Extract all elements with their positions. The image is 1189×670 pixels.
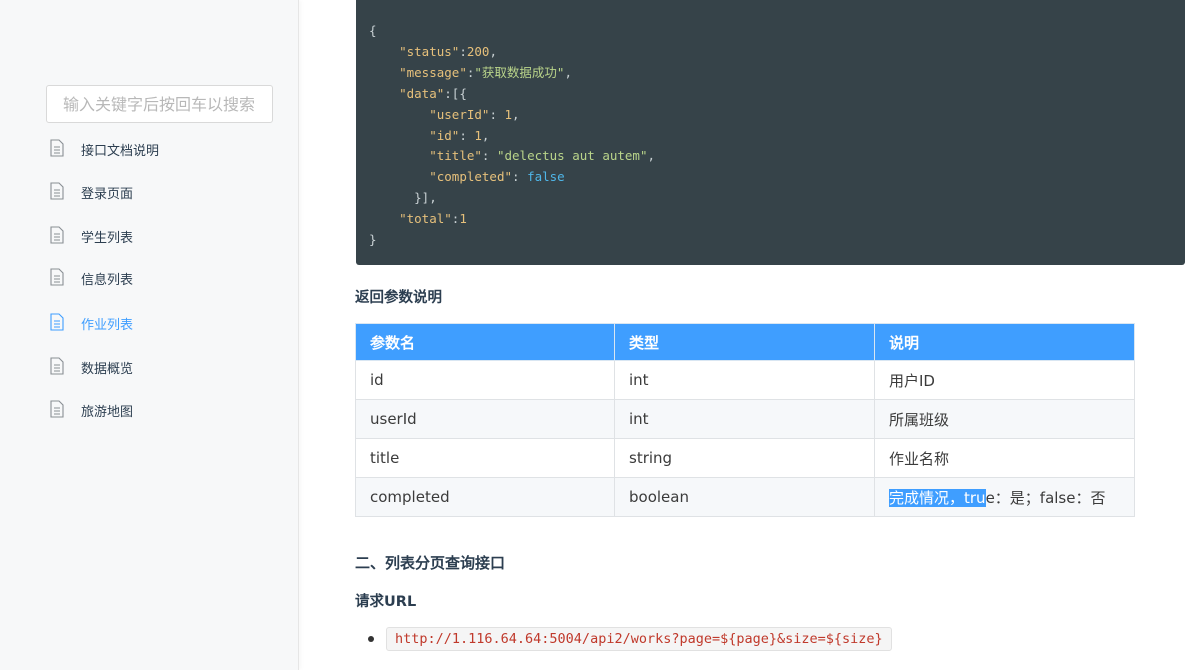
code-block: { "status":200, "message":"获取数据成功", "dat… [356, 0, 1185, 265]
sidebar-item-travel-map[interactable]: 旅游地图 [50, 398, 133, 422]
header-param-name: 参数名 [355, 323, 615, 361]
cell-desc: 作业名称 [874, 438, 1135, 478]
cell-desc: 所属班级 [874, 399, 1135, 439]
document-icon [50, 226, 68, 246]
sidebar-item-overview[interactable]: 数据概览 [50, 355, 133, 379]
sidebar-item-messages[interactable]: 信息列表 [50, 266, 133, 290]
header-description: 说明 [874, 323, 1135, 361]
list-item: http://1.116.64.64:5004/api2/works?page=… [368, 627, 892, 651]
sidebar-item-label: 信息列表 [81, 272, 134, 288]
document-icon [50, 400, 68, 420]
table-header-row: 参数名 类型 说明 [355, 323, 1135, 361]
cell-param: id [355, 360, 615, 400]
document-icon [50, 313, 68, 333]
sidebar-item-label: 接口文档说明 [81, 143, 160, 159]
sidebar-item-label: 作业列表 [81, 317, 134, 333]
sidebar-item-label: 数据概览 [81, 361, 134, 377]
sidebar-item-label: 学生列表 [81, 230, 134, 246]
unselected-text: e：是；false：否 [985, 488, 1106, 507]
sidebar-item-api-doc[interactable]: 接口文档说明 [50, 137, 159, 161]
cell-desc: 用户ID [874, 360, 1135, 400]
cell-param: userId [355, 399, 615, 439]
sidebar: 接口文档说明 登录页面 学生列表 信息列表 作业列表 [0, 0, 299, 670]
cell-type: boolean [614, 477, 875, 517]
table-row: userId int 所属班级 [355, 399, 1135, 439]
cell-desc: 完成情况，true：是；false：否 [874, 477, 1135, 517]
table-row: id int 用户ID [355, 360, 1135, 400]
return-params-heading: 返回参数说明 [355, 290, 442, 306]
selected-text: 完成情况，tru [889, 488, 986, 507]
sidebar-item-students[interactable]: 学生列表 [50, 224, 133, 248]
document-icon [50, 182, 68, 202]
document-icon [50, 139, 68, 159]
section-2-heading: 二、列表分页查询接口 [355, 554, 506, 572]
params-table: 参数名 类型 说明 id int 用户ID userId int 所属班级 ti… [355, 323, 1135, 517]
sidebar-item-homework[interactable]: 作业列表 [50, 311, 133, 335]
main-content: { "status":200, "message":"获取数据成功", "dat… [300, 0, 1189, 670]
cell-param: title [355, 438, 615, 478]
sidebar-item-label: 旅游地图 [81, 404, 134, 420]
request-url-code: http://1.116.64.64:5004/api2/works?page=… [386, 627, 892, 651]
table-row: completed boolean 完成情况，true：是；false：否 [355, 477, 1135, 517]
cell-type: string [614, 438, 875, 478]
sidebar-item-label: 登录页面 [81, 186, 134, 202]
cell-param: completed [355, 477, 615, 517]
search-input[interactable] [46, 85, 273, 123]
sidebar-item-login[interactable]: 登录页面 [50, 180, 133, 204]
url-list: http://1.116.64.64:5004/api2/works?page=… [368, 627, 892, 651]
cell-type: int [614, 360, 875, 400]
header-type: 类型 [614, 323, 875, 361]
cell-type: int [614, 399, 875, 439]
document-icon [50, 357, 68, 377]
table-row: title string 作业名称 [355, 438, 1135, 478]
document-icon [50, 268, 68, 288]
bullet [368, 636, 374, 642]
request-url-heading: 请求URL [355, 594, 417, 610]
